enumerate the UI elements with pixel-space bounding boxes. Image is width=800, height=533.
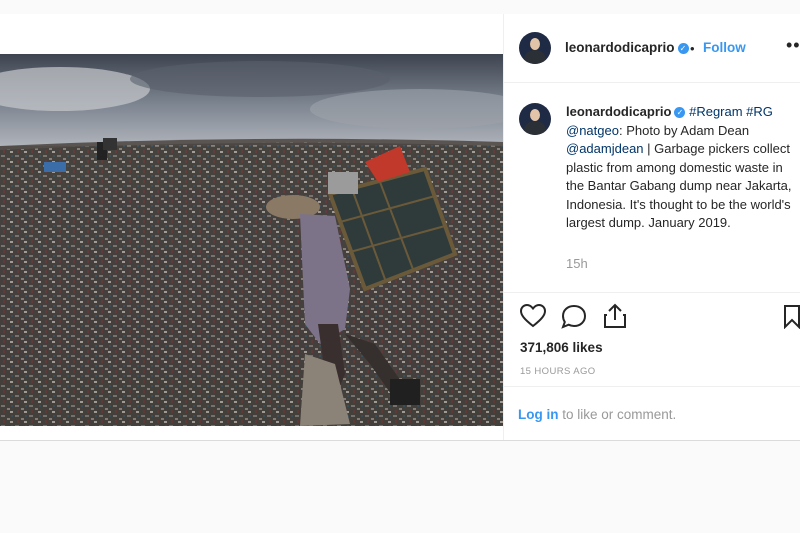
verified-badge-icon: ✓ bbox=[677, 43, 689, 54]
login-link[interactable]: Log in bbox=[518, 407, 559, 422]
comment-icon[interactable] bbox=[561, 304, 587, 329]
header-username[interactable]: leonardodicaprio ✓ bbox=[565, 40, 689, 55]
post-caption: leonardodicaprio ✓ #Regram #RG @natgeo: P… bbox=[566, 104, 792, 230]
caption-username[interactable]: leonardodicaprio bbox=[566, 104, 671, 119]
likes-count[interactable]: 371,806 likes bbox=[520, 340, 603, 355]
avatar[interactable] bbox=[519, 32, 551, 64]
instagram-post: leonardodicaprio✓ • Follow ••• leonardod… bbox=[0, 14, 800, 441]
caption-verified-icon: ✓ bbox=[674, 107, 686, 118]
post-header: leonardodicaprio✓ • Follow ••• bbox=[504, 14, 800, 83]
caption-mention[interactable]: @natgeo bbox=[566, 123, 619, 138]
more-options-icon[interactable]: ••• bbox=[786, 35, 800, 56]
caption-hashtags[interactable]: #Regram #RG bbox=[689, 104, 773, 119]
actions-divider bbox=[504, 292, 800, 293]
separator-dot: • bbox=[690, 41, 695, 56]
caption-timestamp: 15h bbox=[566, 256, 588, 271]
bookmark-icon[interactable] bbox=[783, 304, 800, 329]
share-icon[interactable] bbox=[603, 303, 627, 329]
login-prompt: Log in to like or comment. bbox=[518, 407, 677, 422]
heart-icon[interactable] bbox=[520, 304, 546, 328]
follow-button[interactable]: Follow bbox=[703, 40, 746, 55]
post-photo[interactable] bbox=[0, 54, 503, 426]
login-divider bbox=[504, 386, 800, 387]
caption-avatar[interactable] bbox=[519, 103, 551, 135]
garbage-dump-photo bbox=[0, 54, 503, 426]
post-time-ago: 15 HOURS AGO bbox=[520, 366, 596, 377]
photographer-mention[interactable]: @adamjdean bbox=[566, 141, 644, 156]
post-sidebar: leonardodicaprio✓ • Follow ••• leonardod… bbox=[504, 14, 800, 440]
